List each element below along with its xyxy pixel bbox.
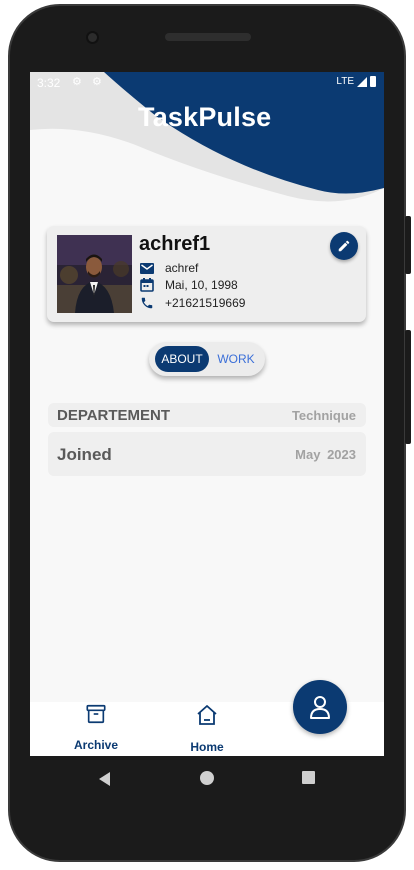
- phone-text: +21621519669: [165, 296, 246, 310]
- battery-icon: [370, 76, 376, 87]
- status-bar: 3:32 ⚙ ⚙ LTE: [30, 72, 384, 94]
- department-row: DEPARTEMENT Technique: [48, 403, 366, 427]
- signal-icon: [357, 76, 367, 87]
- joined-row: Joined May 2023: [48, 432, 366, 476]
- nav-archive-label: Archive: [73, 738, 119, 752]
- profile-fab-button[interactable]: [293, 680, 347, 734]
- username: achref1: [139, 233, 211, 255]
- mail-icon: [139, 260, 155, 276]
- settings-icon: ⚙: [72, 76, 82, 88]
- phone-icon: [139, 295, 155, 311]
- pencil-icon: [338, 240, 350, 252]
- profile-card: achref1 achref Mai, 10, 1998 +2162151966…: [47, 226, 366, 322]
- app-title: TaskPulse: [138, 102, 272, 132]
- nav-home[interactable]: Home: [180, 702, 234, 754]
- email-row: achref: [139, 260, 198, 276]
- birthdate-text: Mai, 10, 1998: [165, 278, 238, 292]
- front-camera: [86, 31, 99, 44]
- nav-archive[interactable]: Archive: [68, 702, 124, 752]
- home-icon: [195, 703, 219, 732]
- tab-about[interactable]: ABOUT: [155, 346, 209, 372]
- joined-label: Joined: [57, 445, 112, 464]
- system-navigation-bar: [30, 756, 384, 800]
- phone-row: +21621519669: [139, 295, 245, 311]
- calendar-icon: [139, 277, 155, 293]
- back-icon[interactable]: [99, 772, 110, 786]
- app-screen: 3:32 ⚙ ⚙ LTE TaskPulse achref1 achref Ma…: [30, 72, 384, 756]
- person-icon: [310, 696, 330, 719]
- birthdate-row: Mai, 10, 1998: [139, 277, 238, 293]
- email-text: achref: [165, 261, 199, 275]
- profile-tabs: ABOUT WORK: [149, 342, 265, 376]
- status-time: 3:32: [37, 76, 61, 90]
- settings-icon: ⚙: [92, 76, 102, 88]
- joined-value: May 2023: [295, 447, 356, 462]
- earpiece-speaker: [165, 33, 251, 41]
- archive-icon: [85, 703, 107, 730]
- profile-photo: [57, 235, 132, 313]
- edit-profile-button[interactable]: [330, 232, 358, 260]
- department-label: DEPARTEMENT: [57, 407, 171, 424]
- network-label: LTE: [336, 76, 354, 87]
- tab-work[interactable]: WORK: [213, 346, 259, 372]
- recent-apps-icon[interactable]: [302, 771, 315, 784]
- status-indicators: LTE: [336, 76, 376, 87]
- home-circle-icon[interactable]: [200, 771, 214, 785]
- nav-home-label: Home: [190, 740, 224, 754]
- power-button: [405, 330, 411, 444]
- volume-button: [405, 216, 411, 274]
- department-value: Technique: [291, 408, 356, 423]
